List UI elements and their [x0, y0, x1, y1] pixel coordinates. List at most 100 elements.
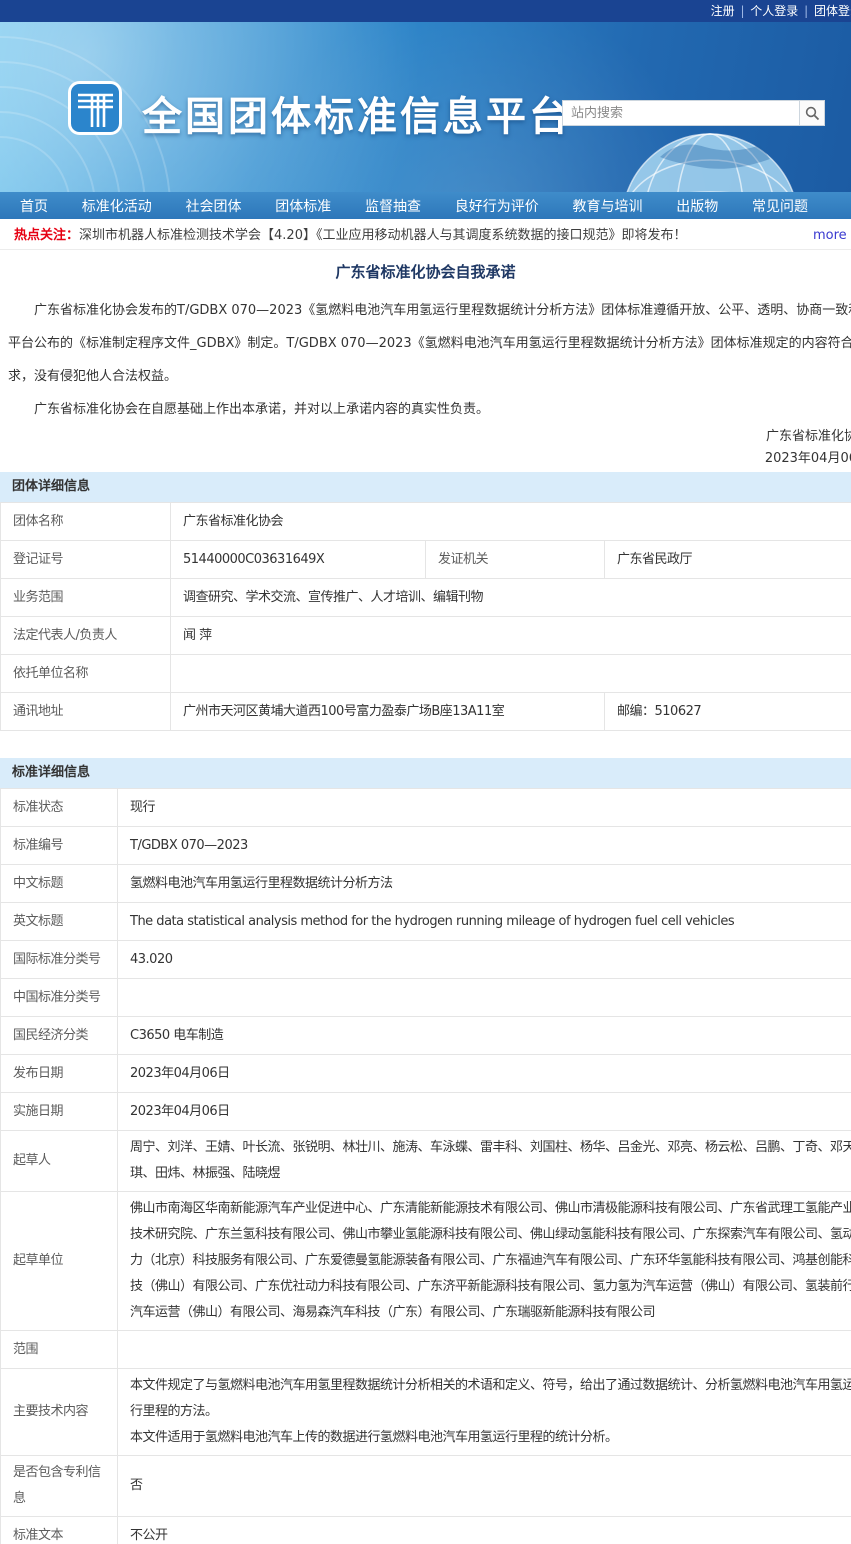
field-value [118, 1331, 851, 1369]
field-label: 发布日期 [1, 1055, 118, 1093]
table-row: 起草单位佛山市南海区华南新能源汽车产业促进中心、广东清能新能源技术有限公司、佛山… [1, 1192, 851, 1331]
field-value: 氢燃料电池汽车用氢运行里程数据统计分析方法 [118, 865, 851, 903]
table-row: 中文标题氢燃料电池汽车用氢运行里程数据统计分析方法 [1, 865, 851, 903]
table-row: 实施日期2023年04月06日 [1, 1093, 851, 1131]
field-label: 登记证号 [1, 541, 171, 579]
table-row: 业务范围调查研究、学术交流、宣传推广、人才培训、编辑刊物 [1, 579, 851, 617]
site-search [562, 100, 825, 126]
field-value: 2023年04月06日 [118, 1055, 851, 1093]
field-label: 业务范围 [1, 579, 171, 617]
field-value: 不公开 [118, 1517, 851, 1544]
field-label: 英文标题 [1, 903, 118, 941]
nav-item-5[interactable]: 良好行为评价 [455, 196, 539, 216]
topbar-link-1[interactable]: 个人登录 [750, 4, 798, 18]
field-label: 国民经济分类 [1, 1017, 118, 1055]
table-row: 是否包含专利信息否 [1, 1456, 851, 1517]
field-value: 邮编：510627 [605, 693, 851, 731]
field-label: 范围 [1, 1331, 118, 1369]
self-commitment-section: 广东省标准化协会自我承诺 广东省标准化协会发布的T/GDBX 070—2023《… [0, 250, 851, 470]
announcement-date: 2023年04月06日 [0, 448, 851, 470]
field-value: 43.020 [118, 941, 851, 979]
page-viewport: 注册 | 个人登录 | 团体登录 [0, 0, 851, 1544]
nav-item-6[interactable]: 教育与培训 [573, 196, 643, 216]
site-logo[interactable] [67, 80, 123, 136]
hot-news-link[interactable]: 深圳市机器人标准检测技术学会【4.20】《工业应用移动机器人与其调度系统数据的接… [79, 228, 686, 243]
topbar-separator: | [737, 4, 749, 18]
topbar-link-2[interactable]: 团体登录 [814, 4, 851, 18]
nav-item-1[interactable]: 标准化活动 [82, 196, 152, 216]
field-value-line: 本文件规定了与氢燃料电池汽车用氢里程数据统计分析相关的术语和定义、符号，给出了通… [130, 1373, 851, 1425]
field-value: 佛山市南海区华南新能源汽车产业促进中心、广东清能新能源技术有限公司、佛山市清极能… [118, 1192, 851, 1331]
nav-item-8[interactable]: 常见问题 [752, 196, 808, 216]
field-value [171, 655, 851, 693]
field-label: 是否包含专利信息 [1, 1456, 118, 1517]
nav-item-0[interactable]: 首页 [20, 196, 48, 216]
field-label: 起草单位 [1, 1192, 118, 1331]
field-label: 中国标准分类号 [1, 979, 118, 1017]
announcement-line: 求，没有侵犯他人合法权益。 [0, 360, 851, 393]
topbar-link-0[interactable]: 注册 [711, 4, 735, 18]
field-label: 依托单位名称 [1, 655, 171, 693]
field-label: 标准状态 [1, 789, 118, 827]
table-row: 起草人周宁、刘洋、王婧、叶长流、张锐明、林壮川、施涛、车泳蝶、雷丰科、刘国柱、杨… [1, 1131, 851, 1192]
field-value [118, 979, 851, 1017]
standard-info-table: 标准状态现行标准编号T/GDBX 070—2023中文标题氢燃料电池汽车用氢运行… [0, 788, 851, 1544]
search-input[interactable] [563, 101, 799, 125]
field-value: 现行 [118, 789, 851, 827]
nav-item-4[interactable]: 监督抽查 [365, 196, 421, 216]
org-info-section-header: 团体详细信息 [0, 472, 851, 502]
field-value: 调查研究、学术交流、宣传推广、人才培训、编辑刊物 [171, 579, 851, 617]
main-nav: 首页 标准化活动 社会团体 团体标准 监督抽查 良好行为评价 教育与培训 出版物 常见问题 [0, 192, 851, 219]
more-link[interactable]: more [813, 222, 847, 249]
table-row: 英文标题The data statistical analysis method… [1, 903, 851, 941]
field-value: 闻 萍 [171, 617, 851, 655]
field-value: 广州市天河区黄埔大道西100号富力盈泰广场B座13A11室 [171, 693, 605, 731]
table-row: 中国标准分类号 [1, 979, 851, 1017]
standard-info-section-header: 标准详细信息 [0, 758, 851, 788]
table-row: 标准文本不公开 [1, 1517, 851, 1544]
field-value: 广东省标准化协会 [171, 503, 851, 541]
hot-news-label: 热点关注： [14, 228, 79, 243]
announcement-paragraph-1: 广东省标准化协会发布的T/GDBX 070—2023《氢燃料电池汽车用氢运行里程… [0, 294, 851, 393]
table-row: 发布日期2023年04月06日 [1, 1055, 851, 1093]
field-label: 主要技术内容 [1, 1369, 118, 1456]
field-value: T/GDBX 070—2023 [118, 827, 851, 865]
nav-item-2[interactable]: 社会团体 [186, 196, 242, 216]
nav-item-7[interactable]: 出版物 [676, 196, 718, 216]
field-label: 法定代表人/负责人 [1, 617, 171, 655]
topbar-links: 注册 | 个人登录 | 团体登录 [0, 0, 851, 22]
field-label: 发证机关 [426, 541, 605, 579]
field-value: The data statistical analysis method for… [118, 903, 851, 941]
table-row: 主要技术内容本文件规定了与氢燃料电池汽车用氢里程数据统计分析相关的术语和定义、符… [1, 1369, 851, 1456]
search-button[interactable] [799, 101, 824, 125]
table-row: 法定代表人/负责人闻 萍 [1, 617, 851, 655]
field-label: 通讯地址 [1, 693, 171, 731]
nav-item-3[interactable]: 团体标准 [275, 196, 331, 216]
hot-news-bar: 热点关注：深圳市机器人标准检测技术学会【4.20】《工业应用移动机器人与其调度系… [0, 222, 851, 250]
table-row: 通讯地址广州市天河区黄埔大道西100号富力盈泰广场B座13A11室邮编：5106… [1, 693, 851, 731]
table-row: 团体名称广东省标准化协会 [1, 503, 851, 541]
field-label: 起草人 [1, 1131, 118, 1192]
field-label: 标准编号 [1, 827, 118, 865]
table-row: 登记证号51440000C03631649X发证机关广东省民政厅 [1, 541, 851, 579]
field-label: 标准文本 [1, 1517, 118, 1544]
site-title: 全国团体标准信息平台 [142, 84, 572, 142]
field-value: 广东省民政厅 [605, 541, 851, 579]
table-row: 国民经济分类C3650 电车制造 [1, 1017, 851, 1055]
table-row: 标准编号T/GDBX 070—2023 [1, 827, 851, 865]
table-row: 范围 [1, 1331, 851, 1369]
field-value: 本文件规定了与氢燃料电池汽车用氢里程数据统计分析相关的术语和定义、符号，给出了通… [118, 1369, 851, 1456]
field-value: 2023年04月06日 [118, 1093, 851, 1131]
field-value: 周宁、刘洋、王婧、叶长流、张锐明、林壮川、施涛、车泳蝶、雷丰科、刘国柱、杨华、吕… [118, 1131, 851, 1192]
field-value: 否 [118, 1456, 851, 1517]
announcement-signature: 广东省标准化协会 [0, 426, 851, 448]
announcement-paragraph-2: 广东省标准化协会在自愿基础上作出本承诺，并对以上承诺内容的真实性负责。 [0, 393, 851, 426]
field-label: 团体名称 [1, 503, 171, 541]
org-info-table: 团体名称广东省标准化协会登记证号51440000C03631649X发证机关广东… [0, 502, 851, 731]
table-row: 标准状态现行 [1, 789, 851, 827]
field-label: 中文标题 [1, 865, 118, 903]
topbar-separator: | [800, 4, 812, 18]
site-header: 全国团体标准信息平台 [0, 22, 851, 192]
field-label: 实施日期 [1, 1093, 118, 1131]
table-row: 国际标准分类号43.020 [1, 941, 851, 979]
